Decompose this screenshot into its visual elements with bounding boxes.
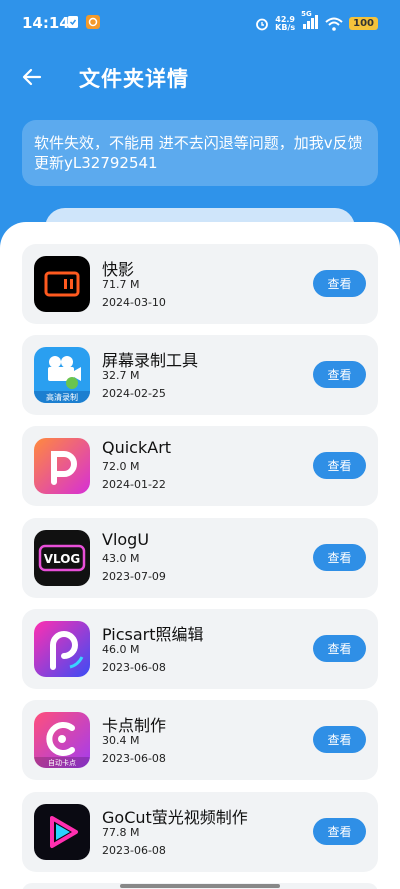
list-item: GoCut萤光视频制作 77.8 M 2023-06-08 查看 [22, 792, 378, 872]
view-button[interactable]: 查看 [313, 544, 366, 571]
icon-caption: VLOG [44, 552, 81, 566]
app-notification-icon [86, 15, 100, 29]
app-date: 2023-06-08 [102, 844, 166, 857]
screen-recorder-icon: 高清录制 [34, 347, 90, 403]
wifi-icon [325, 17, 343, 31]
app-date: 2024-02-25 [102, 387, 166, 400]
back-button[interactable] [20, 65, 44, 89]
list-item: 快影 71.7 M 2024-03-10 查看 [22, 244, 378, 324]
app-date: 2024-03-10 [102, 296, 166, 309]
app-name: VlogU [102, 530, 150, 549]
net-speed: 42.9 KB/s [275, 15, 296, 32]
app-list-sheet: 快影 71.7 M 2024-03-10 查看 高清录制 屏幕录制工具 32.7… [0, 222, 400, 889]
clipboard-icon [68, 16, 78, 28]
app-date: 2023-06-08 [102, 752, 166, 765]
signal-label: 5G [301, 10, 312, 18]
alarm-icon [256, 18, 269, 30]
kadian-icon: 自动卡点 [34, 712, 90, 768]
view-button[interactable]: 查看 [313, 361, 366, 388]
notice-text: 软件失效，不能用 进不去闪退等问题，加我v反馈更新yL32792541 [34, 134, 363, 172]
list-item: 高清录制 屏幕录制工具 32.7 M 2024-02-25 查看 [22, 335, 378, 415]
quickart-icon [34, 438, 90, 494]
app-name: GoCut萤光视频制作 [102, 808, 248, 827]
list-item: Picsart照编辑 46.0 M 2023-06-08 查看 [22, 609, 378, 689]
status-bar: 14:14 42.9 KB/s 5G 100 [0, 0, 400, 48]
view-button[interactable]: 查看 [313, 818, 366, 845]
app-date: 2024-01-22 [102, 478, 166, 491]
app-name: 屏幕录制工具 [102, 351, 199, 370]
kuaiying-icon [34, 256, 90, 312]
list-item: VLOG VlogU 43.0 M 2023-07-09 查看 [22, 518, 378, 598]
home-indicator[interactable] [120, 884, 280, 888]
app-size: 71.7 M [102, 278, 140, 291]
arrow-left-icon [22, 68, 42, 86]
app-name: 卡点制作 [102, 716, 167, 735]
list-item: 自动卡点 卡点制作 30.4 M 2023-06-08 查看 [22, 700, 378, 780]
app-name: Picsart照编辑 [102, 625, 204, 644]
list-item: QuickArt 72.0 M 2024-01-22 查看 [22, 426, 378, 506]
page-header: 文件夹详情 [0, 55, 400, 99]
app-name: QuickArt [102, 438, 172, 457]
picsart-icon [34, 621, 90, 677]
notice-banner: 软件失效，不能用 进不去闪退等问题，加我v反馈更新yL32792541 [22, 120, 378, 186]
view-button[interactable]: 查看 [313, 726, 366, 753]
app-date: 2023-06-08 [102, 661, 166, 674]
app-size: 30.4 M [102, 734, 140, 747]
app-size: 32.7 M [102, 369, 140, 382]
status-time: 14:14 [22, 14, 70, 32]
app-size: 72.0 M [102, 460, 140, 473]
app-size: 46.0 M [102, 643, 140, 656]
app-size: 43.0 M [102, 552, 140, 565]
net-speed-unit: KB/s [275, 22, 296, 32]
page-title: 文件夹详情 [79, 67, 189, 91]
app-size: 77.8 M [102, 826, 140, 839]
view-button[interactable]: 查看 [313, 270, 366, 297]
vlogu-icon: VLOG [34, 530, 90, 586]
app-name: 快影 [102, 260, 135, 279]
icon-caption: 高清录制 [46, 392, 78, 402]
view-button[interactable]: 查看 [313, 452, 366, 479]
gocut-icon [34, 804, 90, 860]
view-button[interactable]: 查看 [313, 635, 366, 662]
app-date: 2023-07-09 [102, 570, 166, 583]
icon-caption: 自动卡点 [48, 758, 76, 767]
battery-indicator: 100 [349, 17, 378, 30]
